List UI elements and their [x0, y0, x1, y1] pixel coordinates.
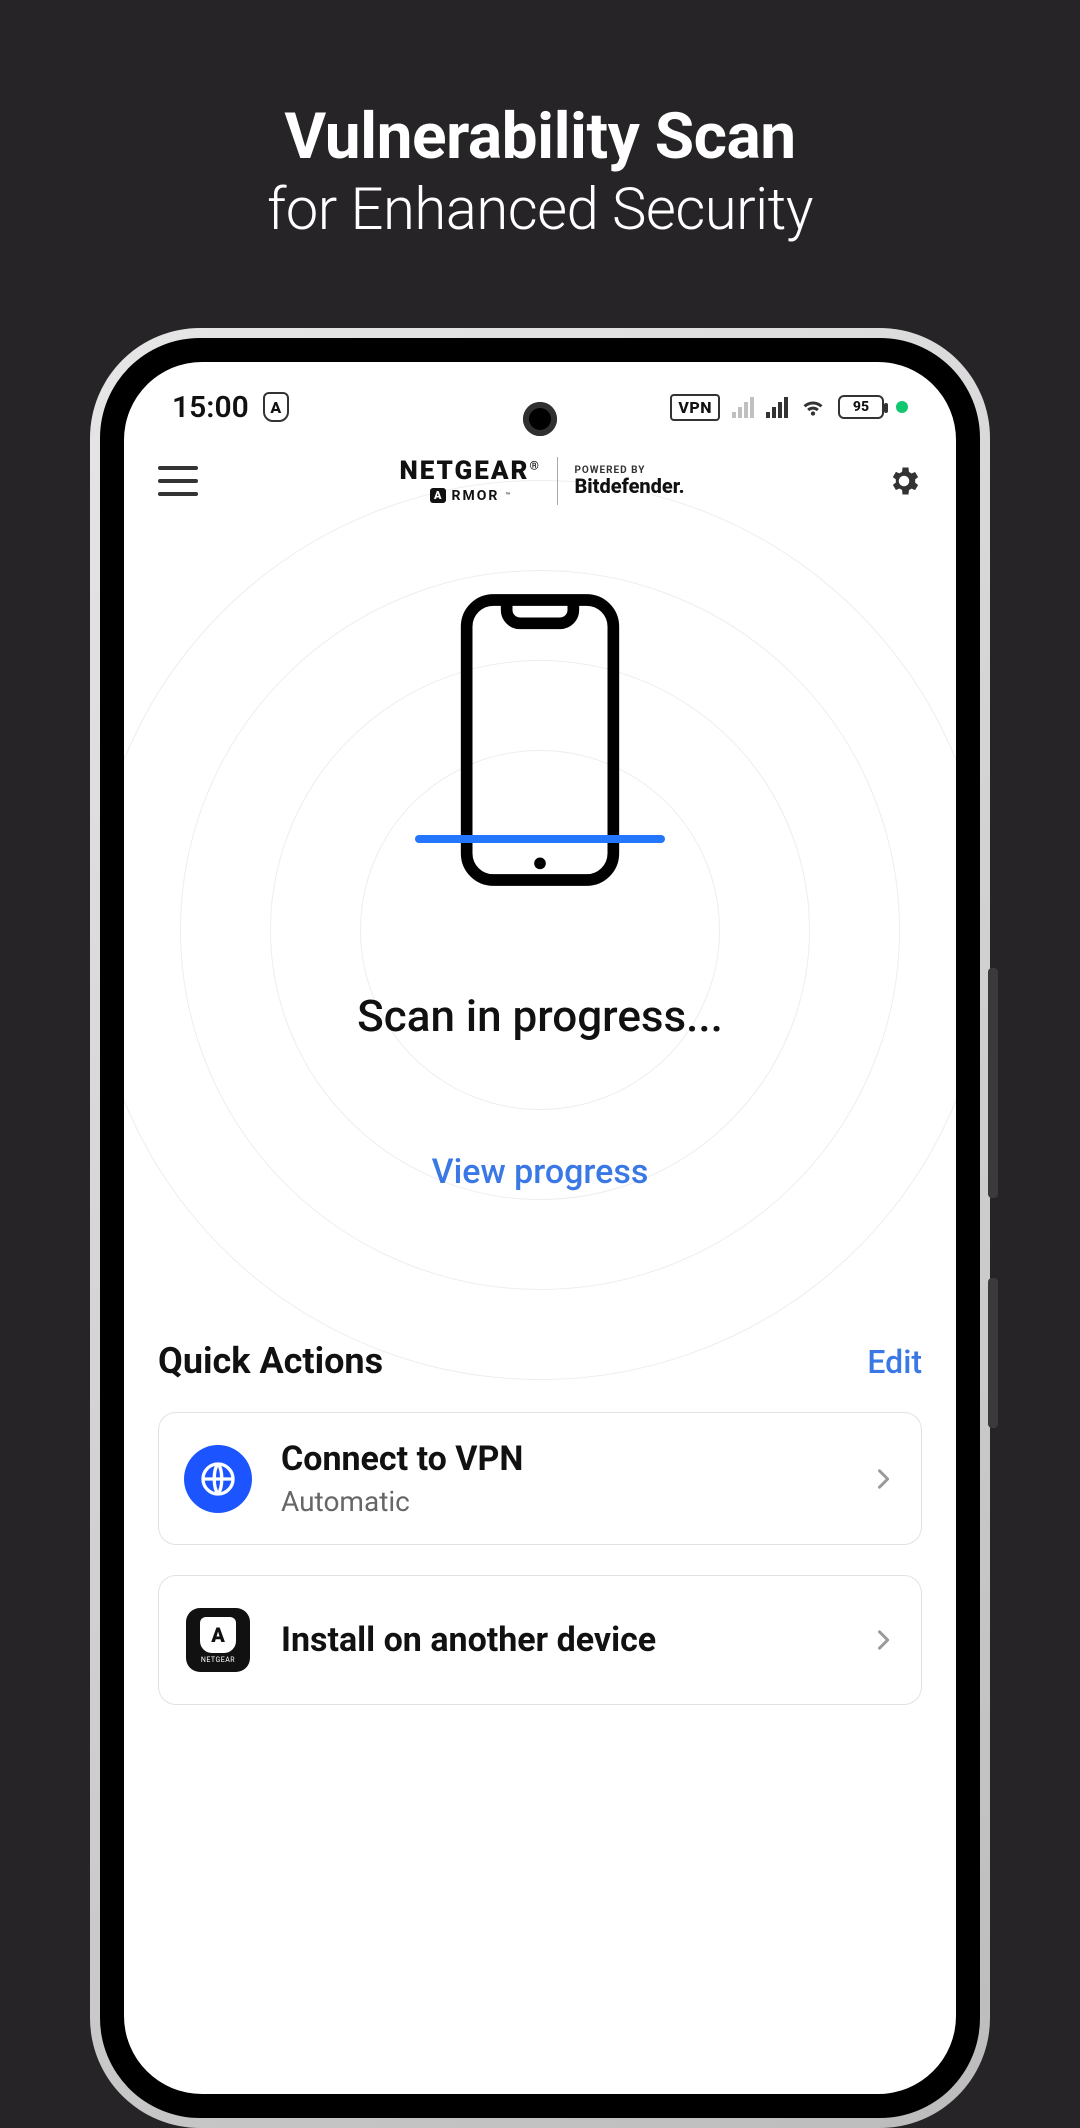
battery-icon: 95: [838, 395, 884, 419]
quick-action-install-device[interactable]: A NETGEAR Install on another device: [158, 1575, 922, 1705]
promo-subtitle: for Enhanced Security: [0, 174, 1080, 247]
chevron-right-icon: [869, 1465, 897, 1493]
promo-title: Vulnerability Scan: [0, 100, 1080, 174]
promo-header: Vulnerability Scan for Enhanced Security: [0, 0, 1080, 246]
scan-area: Scan in progress... View progress: [124, 540, 956, 1240]
camera-hole: [523, 402, 557, 436]
chevron-right-icon: [869, 1626, 897, 1654]
signal-strong-icon: [766, 396, 788, 418]
brand-logo: NETGEAR® ARMOR™ POWERED BY Bitdefender.: [399, 457, 684, 505]
device-side-button: [988, 968, 998, 1198]
globe-icon: [184, 1445, 252, 1513]
wifi-icon: [800, 394, 826, 420]
device-scan-icon: [455, 590, 625, 890]
phone-mockup: 15:00 A VPN 95 NETGEAR®: [90, 328, 990, 2128]
status-dot-icon: [896, 401, 908, 413]
quick-actions-header: Quick Actions Edit: [124, 1340, 956, 1382]
menu-button[interactable]: [158, 466, 198, 496]
settings-button[interactable]: [886, 463, 922, 499]
scan-status-text: Scan in progress...: [357, 990, 723, 1042]
quick-actions-title: Quick Actions: [158, 1340, 383, 1382]
app-header: NETGEAR® ARMOR™ POWERED BY Bitdefender.: [124, 442, 956, 520]
armor-app-icon: A NETGEAR: [186, 1608, 250, 1672]
view-progress-link[interactable]: View progress: [432, 1152, 649, 1192]
quick-action-subtitle: Automatic: [281, 1485, 841, 1518]
scan-line-icon: [415, 835, 665, 843]
quick-actions-edit-button[interactable]: Edit: [867, 1343, 922, 1381]
signal-weak-icon: [732, 396, 754, 418]
status-time: 15:00: [172, 390, 249, 425]
device-side-button: [988, 1278, 998, 1428]
vpn-badge-icon: VPN: [670, 394, 720, 421]
quick-action-connect-vpn[interactable]: Connect to VPN Automatic: [158, 1412, 922, 1545]
quick-action-title: Install on another device: [281, 1620, 841, 1660]
quick-action-title: Connect to VPN: [281, 1439, 841, 1479]
armor-shield-icon: A: [263, 392, 289, 422]
